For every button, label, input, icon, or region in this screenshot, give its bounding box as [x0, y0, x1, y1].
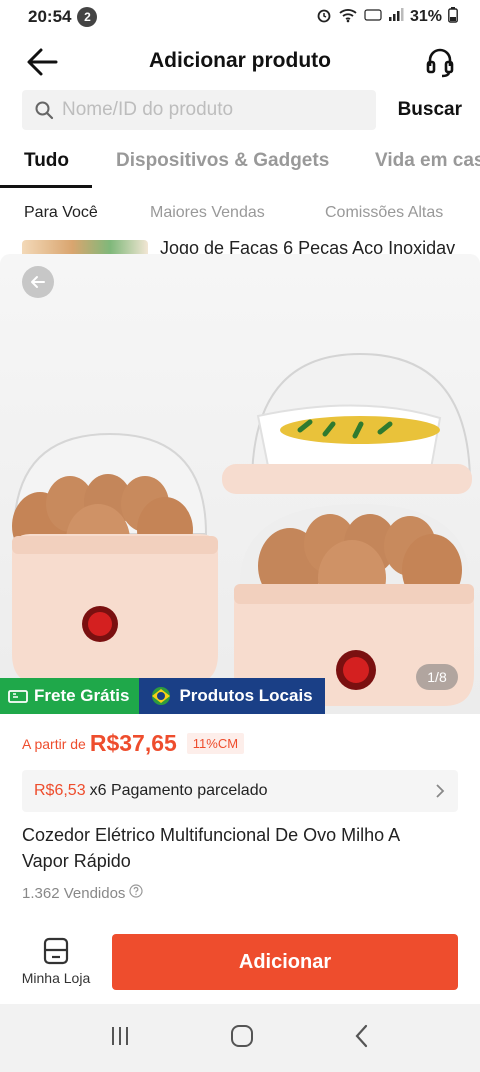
subtab-para-voce[interactable]: Para Você [24, 204, 98, 222]
alarm-icon [316, 7, 332, 28]
free-shipping-badge: Frete Grátis [0, 678, 140, 714]
active-tab-indicator [0, 185, 92, 188]
subtab-comissoes-altas[interactable]: Comissões Altas [325, 204, 443, 222]
search-button[interactable]: Buscar [398, 99, 462, 121]
store-icon [43, 937, 69, 965]
battery-icon [448, 6, 458, 28]
free-shipping-label: Frete Grátis [34, 686, 130, 705]
wifi-icon [338, 7, 358, 28]
subtab-maiores-vendas[interactable]: Maiores Vendas [150, 204, 265, 222]
search-input[interactable] [62, 99, 362, 121]
price-row: A partir de R$37,65 11%CM [22, 730, 245, 757]
support-button[interactable] [420, 42, 460, 82]
my-store-label: Minha Loja [21, 970, 91, 986]
installment-text: x6 Pagamento parcelado [89, 782, 268, 799]
product-badges: Frete Grátis Produtos Locais [0, 678, 325, 714]
page-title: Adicionar produto [149, 49, 331, 72]
status-time: 20:54 [28, 7, 72, 26]
search-box[interactable] [22, 90, 376, 130]
arrow-left-icon [31, 276, 45, 288]
product-name: Cozedor Elétrico Multifuncional De Ovo M… [22, 825, 400, 871]
installment-amount: R$6,53 [34, 782, 86, 799]
commission-badge: 11%CM [186, 733, 245, 754]
image-counter: 1/8 [416, 664, 458, 690]
egg-cooker-illustration [12, 352, 474, 706]
image-back-button[interactable] [22, 266, 54, 298]
sort-tabs: Para Você Maiores Vendas Comissões Altas [0, 200, 480, 230]
tab-vida-em-casa[interactable]: Vida em cas [375, 150, 480, 172]
arrow-left-icon [27, 48, 58, 76]
truck-icon [8, 688, 28, 704]
home-icon[interactable] [229, 1023, 255, 1054]
product-detail-sheet: 1/8 Frete Grátis Produtos Locais A parti… [0, 254, 480, 1004]
page-header: Adicionar produto [0, 34, 480, 88]
product-image[interactable]: 1/8 [0, 254, 480, 714]
headset-icon [426, 48, 454, 78]
signal-icon [388, 7, 404, 27]
price-prefix: A partir de [22, 735, 86, 752]
status-icons: 31% [316, 6, 458, 28]
brazil-flag-icon [149, 687, 173, 705]
volte-icon [364, 7, 382, 28]
status-bar: 20:54 2 31% [0, 0, 480, 34]
search-icon [35, 101, 54, 120]
search-row: Buscar [22, 90, 462, 130]
chevron-right-icon [434, 783, 446, 799]
category-tabs: Tudo Dispositivos & Gadgets Vida em cas [0, 140, 480, 188]
price-value: R$37,65 [89, 730, 177, 756]
sold-count-text: 1.362 Vendidos [22, 884, 126, 902]
system-navigation-bar [0, 1004, 480, 1072]
notification-count-badge: 2 [77, 7, 98, 27]
bottom-action-bar: Minha Loja Adicionar [0, 930, 480, 1002]
sold-count: 1.362 Vendidos [22, 884, 144, 902]
local-products-badge: Produtos Locais [139, 678, 325, 714]
tab-tudo[interactable]: Tudo [24, 150, 69, 172]
installment-row[interactable]: R$6,53 x6 Pagamento parcelado [22, 770, 458, 812]
help-icon[interactable] [129, 884, 144, 902]
back-nav-icon[interactable] [352, 1023, 372, 1054]
add-button[interactable]: Adicionar [112, 934, 458, 990]
battery-percent: 31% [409, 8, 442, 25]
back-button[interactable] [22, 42, 62, 82]
recent-apps-icon[interactable] [108, 1024, 132, 1053]
tab-dispositivos-gadgets[interactable]: Dispositivos & Gadgets [116, 150, 329, 172]
local-products-label: Produtos Locais [179, 686, 313, 705]
my-store-button[interactable]: Minha Loja [18, 936, 94, 996]
